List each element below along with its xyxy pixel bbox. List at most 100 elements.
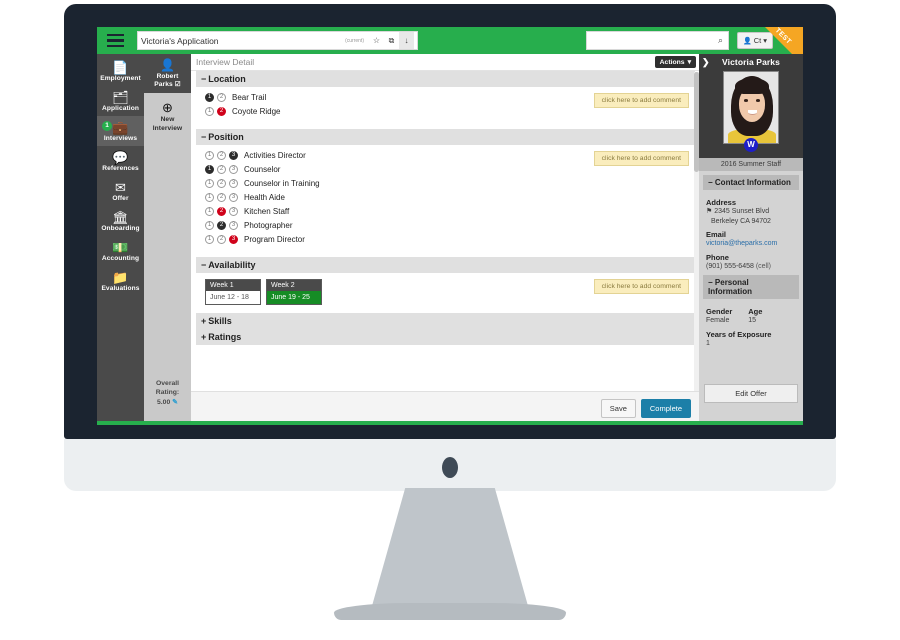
rating-circle-3[interactable]: 3 [229, 165, 238, 174]
section-body-position: 1 2 3 Activities Director 1 2 3 Counselor 1 2 3 Cou… [191, 145, 699, 257]
sidebar-item-person[interactable]: 👤 Robert Parks ☑ [144, 54, 191, 93]
section-header-location[interactable]: − Location [196, 71, 695, 87]
sidebar-item-accounting[interactable]: 💵 Accounting [97, 236, 144, 266]
rating-circle-1[interactable]: 1 [205, 221, 214, 230]
monitor-chin [64, 439, 836, 491]
new-interview-label-2: Interview [152, 125, 183, 132]
rating-circle-2[interactable]: 2 [217, 93, 226, 102]
contact-information-label: Contact Information [714, 178, 791, 187]
rating-circle-1[interactable]: 1 [205, 165, 214, 174]
sidebar-item-interviews[interactable]: 💼 Interviews 1 [97, 116, 144, 146]
rating-circle-3[interactable]: 3 [229, 179, 238, 188]
edit-offer-button[interactable]: Edit Offer [704, 384, 798, 403]
page-title: Interview Detail [196, 57, 255, 67]
download-icon[interactable]: ↓ [399, 32, 414, 49]
collapse-panel-icon[interactable]: ❯ [702, 57, 710, 68]
rating-circle-3[interactable]: 3 [229, 151, 238, 160]
option-label: Counselor in Training [244, 179, 320, 188]
notification-badge: 1 [102, 121, 112, 131]
week-title: Week 1 [206, 280, 260, 291]
option-row: 1 2 3 Counselor in Training [205, 179, 694, 188]
user-icon: 👤 [743, 37, 752, 45]
rating-circle-2[interactable]: 2 [217, 207, 226, 216]
collapse-toggle-icon: − [201, 132, 207, 142]
rating-circle-2[interactable]: 2 [217, 151, 226, 160]
search-box[interactable]: ⌕ [586, 31, 729, 50]
rating-circle-1[interactable]: 1 [205, 107, 214, 116]
new-interview-button[interactable]: ⊕ New Interview [144, 93, 191, 137]
overall-rating-label-1: Overall [155, 379, 180, 387]
week-range: June 19 - 25 [267, 291, 321, 304]
rating-circle-2[interactable]: 2 [217, 165, 226, 174]
contact-information-section-header[interactable]: − Contact Information [703, 175, 799, 190]
overall-rating-label-2: Rating: [155, 389, 180, 396]
open-external-icon[interactable]: ⧉ [384, 32, 399, 49]
profile-panel: ❯ Victoria Parks W 2016 Summer Staff − C… [699, 54, 803, 425]
pencil-icon[interactable]: ✎ [172, 399, 178, 406]
rating-circle-1[interactable]: 1 [205, 179, 214, 188]
rating-circle-2[interactable]: 2 [217, 221, 226, 230]
rating-circle-3[interactable]: 3 [229, 221, 238, 230]
profile-photo [723, 71, 779, 144]
rating-circle-1[interactable]: 1 [205, 93, 214, 102]
sidebar-item-offer[interactable]: ✉ Offer [97, 176, 144, 206]
rating-circle-1[interactable]: 1 [205, 235, 214, 244]
rating-circle-2[interactable]: 2 [217, 107, 226, 116]
money-icon: 💵 [112, 240, 129, 255]
personal-information-section-header[interactable]: − Personal Information [703, 275, 799, 299]
add-comment-button[interactable]: click here to add comment [593, 279, 689, 294]
rating-circle-2[interactable]: 2 [217, 179, 226, 188]
phone-value[interactable]: (901) 555-6458 (cell) [706, 262, 796, 272]
plus-circle-icon: ⊕ [162, 100, 173, 115]
rating-circle-3[interactable]: 3 [229, 207, 238, 216]
rating-circle-1[interactable]: 1 [205, 151, 214, 160]
search-icon[interactable]: ⌕ [718, 35, 728, 46]
rating-circle-3[interactable]: 3 [229, 235, 238, 244]
years-exposure-label: Years of Exposure [706, 329, 772, 339]
week-card[interactable]: Week 1 June 12 - 18 [205, 279, 261, 305]
rating-circle-2[interactable]: 2 [217, 193, 226, 202]
section-header-ratings[interactable]: + Ratings [196, 329, 695, 345]
main-header: Interview Detail Actions ▾ [191, 54, 699, 71]
sidebar-item-label: Employment [100, 75, 141, 82]
sidebar-item-label: References [102, 165, 139, 172]
sidebar-item-application[interactable]: 🗂 Application [97, 86, 144, 116]
actions-button[interactable]: Actions ▾ [654, 56, 696, 68]
sidebar-item-onboarding[interactable]: 🏛 Onboarding [97, 206, 144, 236]
rating-circle-3[interactable]: 3 [229, 193, 238, 202]
footer-action-bar: Save Complete [191, 391, 699, 425]
hamburger-icon[interactable] [97, 27, 133, 54]
sidebar-item-evaluations[interactable]: 📁 Evaluations [97, 266, 144, 296]
section-header-availability[interactable]: − Availability [196, 257, 695, 273]
sections-scroll-area[interactable]: − Location 1 2 Bear Trail 1 2 Coyote Ridge click… [191, 71, 699, 408]
sidebar-item-employment[interactable]: 📄 Employment [97, 56, 144, 86]
user-icon: 👤 [160, 58, 175, 72]
sidebar-item-references[interactable]: 💬 References [97, 146, 144, 176]
save-button[interactable]: Save [600, 399, 636, 418]
rating-circle-1[interactable]: 1 [205, 193, 214, 202]
option-row: 1 2 3 Program Director [205, 235, 694, 244]
section-header-position[interactable]: − Position [196, 129, 695, 145]
favorite-star-icon[interactable]: ☆ [369, 32, 384, 49]
collapse-toggle-icon: + [201, 316, 207, 326]
section-title: Ratings [208, 332, 242, 342]
monitor-indicator-dot [442, 457, 458, 478]
add-comment-button[interactable]: click here to add comment [593, 93, 689, 108]
sidebar-item-label: Application [102, 105, 139, 112]
option-label: Bear Trail [232, 93, 267, 102]
search-input[interactable] [587, 32, 718, 49]
option-label: Coyote Ridge [232, 107, 281, 116]
option-row: 1 2 3 Counselor [205, 165, 694, 174]
age-value: 15 [748, 317, 757, 324]
rating-circle-1[interactable]: 1 [205, 207, 214, 216]
section-header-skills[interactable]: + Skills [196, 313, 695, 329]
email-value[interactable]: victoria@theparks.com [706, 239, 796, 249]
page-title-field[interactable]: Victoria's Application (current) ☆ ⧉ ↓ [137, 31, 418, 50]
section-title: Availability [208, 260, 256, 270]
add-comment-button[interactable]: click here to add comment [593, 151, 689, 166]
week-card[interactable]: Week 2 June 19 - 25 [266, 279, 322, 305]
option-label: Kitchen Staff [244, 207, 290, 216]
complete-button[interactable]: Complete [640, 399, 691, 418]
option-label: Activities Director [244, 151, 306, 160]
rating-circle-2[interactable]: 2 [217, 235, 226, 244]
